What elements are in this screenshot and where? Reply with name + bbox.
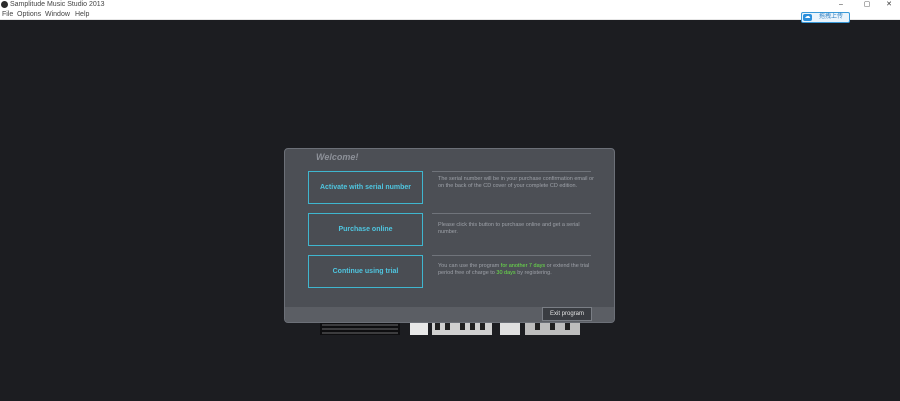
minimize-button[interactable]: – [832,0,850,10]
activate-description: The serial number will be in your purcha… [438,176,594,189]
menu-help[interactable]: Help [75,10,89,20]
menu-bar: File Options Window Help [0,10,900,20]
exit-program-button[interactable]: Exit program [542,307,592,321]
menu-window[interactable]: Window [45,10,70,20]
purchase-online-button[interactable]: Purchase online [308,213,423,246]
divider [432,255,591,256]
continue-trial-button[interactable]: Continue using trial [308,255,423,288]
divider [432,213,591,214]
activate-serial-button[interactable]: Activate with serial number [308,171,423,204]
trial-days-highlight: for another 7 days [500,263,546,269]
welcome-dialog: Welcome! Activate with serial number The… [284,148,615,323]
window-title: Samplitude Music Studio 2013 [10,1,105,8]
background-keys-strip [320,323,580,335]
trial-description: You can use the program for another 7 da… [438,263,590,276]
divider [432,171,591,172]
upload-label: 拖拽上传 [819,14,844,20]
dialog-title: Welcome! [316,152,359,162]
menu-options[interactable]: Options [17,10,41,20]
purchase-description: Please click this button to purchase onl… [438,222,580,235]
title-bar: Samplitude Music Studio 2013 – ▢ ✕ [0,0,900,10]
upload-badge[interactable]: ☁ 拖拽上传 [801,12,850,23]
trial-extend-highlight: 30 days [496,270,516,276]
close-button[interactable]: ✕ [880,0,898,10]
maximize-button[interactable]: ▢ [858,0,876,10]
menu-file[interactable]: File [2,10,13,20]
cloud-upload-icon: ☁ [803,14,812,21]
app-icon [1,1,8,8]
